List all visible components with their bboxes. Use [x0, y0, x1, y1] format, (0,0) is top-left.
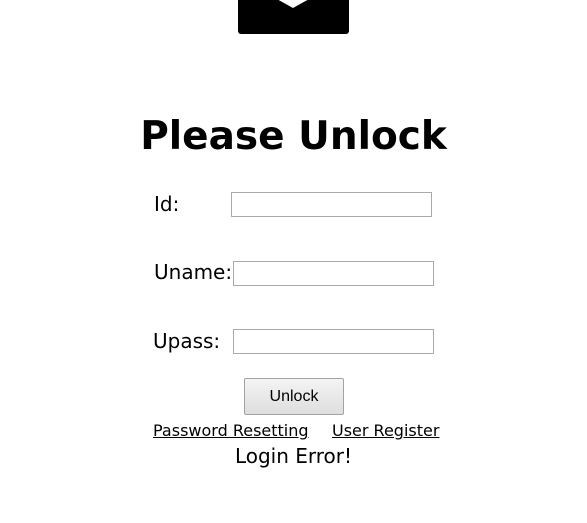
- uname-label: Uname:: [154, 260, 233, 284]
- login-error-message: Login Error!: [234, 444, 353, 468]
- uname-input[interactable]: [233, 261, 434, 286]
- upass-label: Upass:: [153, 329, 221, 353]
- lock-icon: [238, 0, 349, 34]
- unlock-button[interactable]: Unlock: [244, 378, 344, 415]
- id-input[interactable]: [231, 192, 432, 217]
- password-resetting-link[interactable]: Password Resetting: [153, 421, 309, 441]
- page-title: Please Unlock: [140, 114, 447, 159]
- user-register-link[interactable]: User Register: [332, 421, 439, 441]
- upass-input[interactable]: [233, 329, 434, 354]
- id-label: Id:: [154, 192, 180, 216]
